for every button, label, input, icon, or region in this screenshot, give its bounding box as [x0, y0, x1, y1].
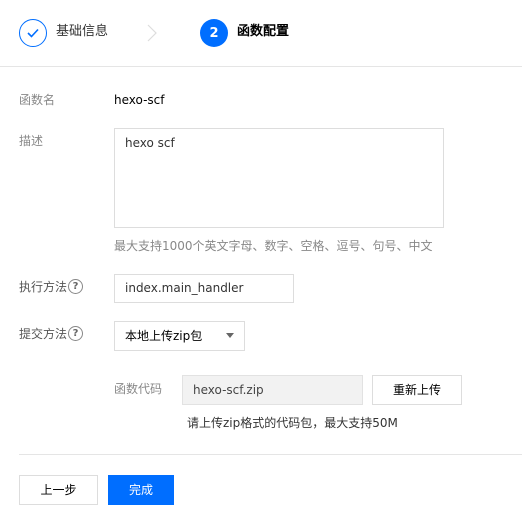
finish-button[interactable]: 完成	[108, 475, 174, 505]
code-hint: 请上传zip格式的代码包，最大支持50M	[187, 416, 398, 430]
handler-help-icon[interactable]: ?	[68, 279, 83, 294]
step-1-label: 基础信息	[56, 24, 109, 39]
description-textarea[interactable]: hexo scf	[114, 128, 444, 228]
step-1-done-indicator	[19, 19, 47, 47]
handler-label: 执行方法	[19, 280, 68, 294]
submit-method-help-icon[interactable]: ?	[68, 326, 83, 341]
prev-step-button[interactable]: 上一步	[19, 475, 98, 505]
chevron-right-icon	[147, 24, 157, 42]
function-name-label: 函数名	[19, 93, 56, 107]
submit-method-label: 提交方法	[19, 327, 68, 341]
function-code-label: 函数代码	[114, 382, 163, 396]
description-hint: 最大支持1000个英文字母、数字、空格、逗号、句号、中文	[114, 239, 433, 253]
step-2-label: 函数配置	[237, 24, 290, 39]
description-label: 描述	[19, 134, 44, 148]
step-2-number-badge: 2	[200, 19, 228, 47]
header-divider	[0, 66, 522, 67]
reupload-button[interactable]: 重新上传	[372, 375, 462, 405]
caret-down-icon[interactable]	[226, 333, 234, 338]
function-name-value: hexo-scf	[114, 93, 165, 107]
check-icon	[27, 28, 39, 38]
handler-input[interactable]: index.main_handler	[114, 274, 294, 303]
code-file-field: hexo-scf.zip	[182, 375, 363, 405]
footer-divider	[19, 454, 522, 455]
